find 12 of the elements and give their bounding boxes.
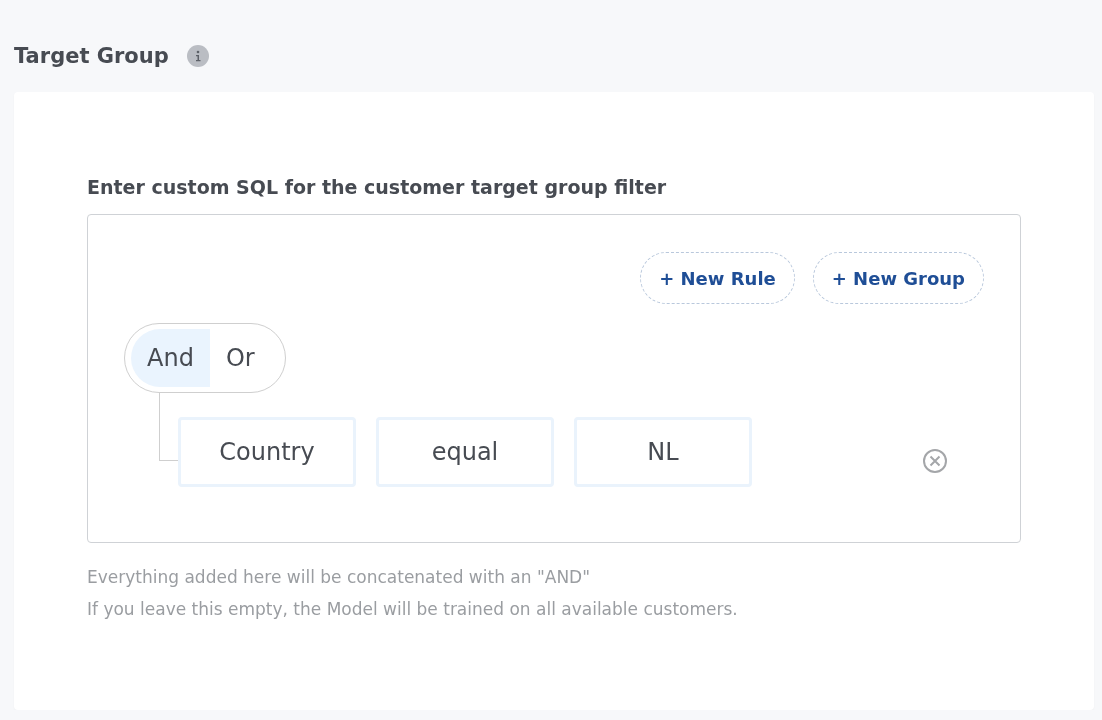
field-select[interactable]: Country (178, 417, 356, 487)
info-icon[interactable] (186, 45, 209, 67)
combinator-option[interactable]: And (131, 329, 210, 387)
value-input[interactable]: NL (574, 417, 752, 487)
combinator-option[interactable]: Or (209, 329, 271, 387)
operator-select[interactable]: equal (376, 417, 554, 487)
add-button[interactable]: + New Group (812, 252, 984, 304)
help-text: If you leave this empty, the Model will be trained on all available customers. (87, 599, 739, 619)
field-label: Enter custom SQL for the customer target group filter (87, 176, 668, 198)
section-title: Target Group (14, 44, 169, 68)
add-button[interactable]: + New Rule (640, 252, 795, 304)
help-text: Everything added here will be concatenated with an "AND" (87, 567, 591, 587)
